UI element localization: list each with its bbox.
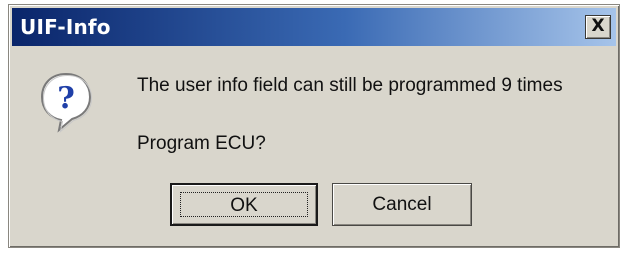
dialog-message: The user info field can still be program… [137, 75, 563, 96]
ok-button[interactable]: OK [170, 183, 318, 226]
ok-focus-rect: OK [180, 192, 308, 217]
message-dialog: UIF-Info X ? The user info field can sti… [8, 4, 620, 248]
question-icon: ? [40, 72, 93, 133]
close-button[interactable]: X [585, 15, 611, 39]
cancel-button-label: Cancel [372, 194, 432, 215]
svg-text:?: ? [57, 81, 75, 116]
close-icon: X [591, 16, 605, 36]
title-bar[interactable]: UIF-Info X [12, 8, 616, 46]
cancel-button[interactable]: Cancel [332, 183, 472, 226]
dialog-title: UIF-Info [20, 15, 111, 39]
ok-button-label: OK [230, 195, 258, 216]
dialog-prompt: Program ECU? [137, 133, 266, 154]
